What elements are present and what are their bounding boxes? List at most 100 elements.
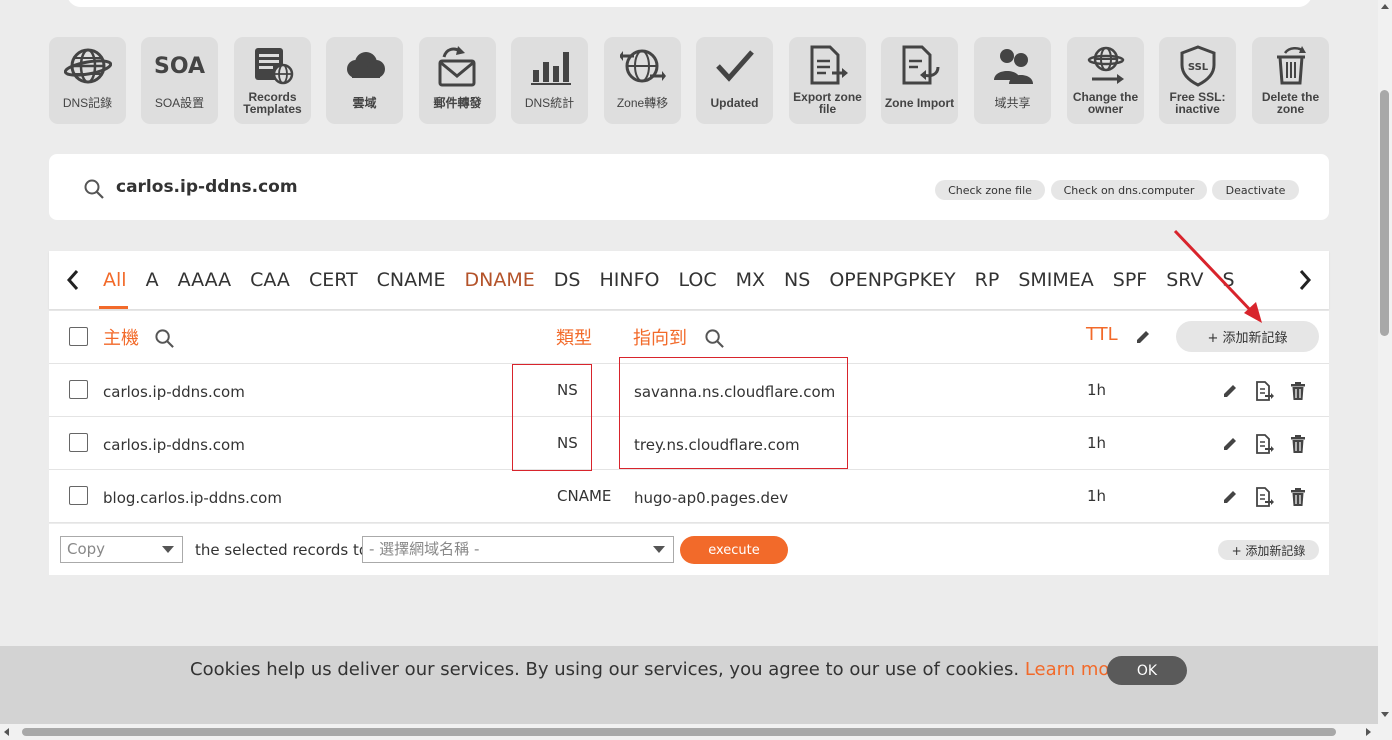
tab-cname[interactable]: CNAME bbox=[377, 251, 446, 309]
cloud-icon bbox=[340, 43, 390, 89]
ttl-edit-pencil-icon[interactable] bbox=[1134, 328, 1152, 350]
vertical-scroll-thumb[interactable] bbox=[1380, 90, 1389, 336]
edit-pencil-icon[interactable] bbox=[1220, 381, 1240, 401]
annotation-arrow bbox=[1173, 229, 1262, 323]
cookie-banner: Cookies help us deliver our services. By… bbox=[0, 646, 1378, 724]
tab-openpgpkey[interactable]: OPENPGPKEY bbox=[829, 251, 955, 309]
select-all-checkbox[interactable] bbox=[69, 327, 88, 346]
zone-domain-name: carlos.ip-ddns.com bbox=[116, 177, 298, 197]
zone-transfer-button[interactable]: Zone轉移 bbox=[604, 37, 681, 124]
tab-hinfo[interactable]: HINFO bbox=[599, 251, 659, 309]
execute-button[interactable]: execute bbox=[680, 536, 788, 564]
cookie-ok-button[interactable]: OK bbox=[1107, 656, 1187, 685]
tool-label: 郵件轉發 bbox=[433, 96, 482, 110]
chevron-left-icon[interactable] bbox=[62, 265, 84, 295]
tab-strip: All A AAAA CAA CERT CNAME DNAME DS HINFO LOC MX NS O… bbox=[103, 251, 1293, 309]
vertical-scrollbar[interactable] bbox=[1378, 0, 1392, 740]
tool-label: 域共享 bbox=[994, 96, 1031, 110]
bulk-middle-text: the selected records to bbox=[195, 541, 369, 559]
scroll-down-icon[interactable] bbox=[1381, 712, 1389, 717]
tool-label: SOA設置 bbox=[154, 96, 205, 110]
horizontal-scroll-thumb[interactable] bbox=[22, 728, 1336, 736]
check-zone-file-button[interactable]: Check zone file bbox=[935, 180, 1045, 200]
top-card bbox=[67, 0, 1312, 7]
tab-caa[interactable]: CAA bbox=[250, 251, 290, 309]
row-checkbox[interactable] bbox=[69, 433, 88, 452]
tab-loc[interactable]: LOC bbox=[678, 251, 716, 309]
tab-mx[interactable]: MX bbox=[736, 251, 765, 309]
scroll-right-icon[interactable] bbox=[1366, 728, 1371, 736]
chevron-down-icon bbox=[653, 546, 665, 553]
tab-all[interactable]: All bbox=[103, 251, 127, 309]
host-search-icon[interactable] bbox=[154, 328, 175, 353]
trash-icon bbox=[1266, 43, 1316, 89]
tab-spf[interactable]: SPF bbox=[1113, 251, 1147, 309]
updated-button[interactable]: Updated bbox=[696, 37, 773, 124]
row-checkbox[interactable] bbox=[69, 486, 88, 505]
copy-record-icon[interactable] bbox=[1254, 434, 1274, 454]
bulk-action-select[interactable]: Copy bbox=[60, 536, 183, 563]
cloud-domain-button[interactable]: 雲域 bbox=[326, 37, 403, 124]
checkmark-icon bbox=[710, 43, 760, 89]
soa-settings-button[interactable]: SOA SOA設置 bbox=[141, 37, 218, 124]
tab-ds[interactable]: DS bbox=[554, 251, 581, 309]
scroll-up-icon[interactable] bbox=[1381, 4, 1389, 9]
tab-dname[interactable]: DNAME bbox=[465, 251, 535, 309]
type-column-header: 類型 bbox=[556, 328, 592, 349]
record-ttl: 1h bbox=[1087, 487, 1107, 505]
tool-label: Zone Import bbox=[884, 96, 955, 110]
dns-records-button[interactable]: DNS記錄 bbox=[49, 37, 126, 124]
tool-label: Delete the zone bbox=[1261, 90, 1320, 116]
annotation-type-box bbox=[512, 364, 592, 471]
domain-share-button[interactable]: 域共享 bbox=[974, 37, 1051, 124]
records-templates-button[interactable]: Records Templates bbox=[234, 37, 311, 124]
horizontal-scrollbar[interactable] bbox=[0, 724, 1378, 740]
zone-transfer-icon bbox=[618, 43, 668, 89]
tab-ns[interactable]: NS bbox=[784, 251, 810, 309]
tool-label: Zone轉移 bbox=[616, 96, 669, 110]
import-file-icon bbox=[895, 43, 945, 89]
check-on-dns-computer-button[interactable]: Check on dns.computer bbox=[1051, 180, 1207, 200]
free-ssl-button[interactable]: SSL Free SSL: inactive bbox=[1159, 37, 1236, 124]
edit-pencil-icon[interactable] bbox=[1220, 487, 1240, 507]
delete-trash-icon[interactable] bbox=[1288, 487, 1308, 507]
delete-trash-icon[interactable] bbox=[1288, 434, 1308, 454]
tab-aaaa[interactable]: AAAA bbox=[178, 251, 232, 309]
tool-label: Export zone file bbox=[793, 90, 862, 116]
copy-record-icon[interactable] bbox=[1254, 381, 1274, 401]
delete-trash-icon[interactable] bbox=[1288, 381, 1308, 401]
record-value: hugo-ap0.pages.dev bbox=[634, 489, 789, 507]
zone-import-button[interactable]: Zone Import bbox=[881, 37, 958, 124]
dns-stats-button[interactable]: DNS統計 bbox=[511, 37, 588, 124]
chevron-right-icon[interactable] bbox=[1294, 265, 1316, 295]
tool-label: Change the owner bbox=[1072, 90, 1139, 116]
mail-forward-icon bbox=[433, 43, 483, 89]
tool-label: DNS統計 bbox=[524, 96, 575, 110]
annotation-value-box bbox=[619, 357, 848, 469]
delete-zone-button[interactable]: Delete the zone bbox=[1252, 37, 1329, 124]
scroll-left-icon[interactable] bbox=[4, 728, 9, 736]
record-type-tabs: All A AAAA CAA CERT CNAME DNAME DS HINFO LOC MX NS O… bbox=[49, 251, 1329, 309]
tab-cert[interactable]: CERT bbox=[309, 251, 358, 309]
search-icon[interactable] bbox=[83, 178, 105, 204]
record-host: carlos.ip-ddns.com bbox=[103, 383, 245, 401]
points-to-search-icon[interactable] bbox=[704, 328, 725, 353]
change-owner-button[interactable]: Change the owner bbox=[1067, 37, 1144, 124]
add-record-button-bottom[interactable]: + 添加新記錄 bbox=[1218, 540, 1319, 560]
mail-forward-button[interactable]: 郵件轉發 bbox=[419, 37, 496, 124]
bar-chart-icon bbox=[525, 43, 575, 89]
zone-toolbar: DNS記錄 SOA SOA設置 Records Templates 雲域 郵件轉… bbox=[49, 37, 1329, 125]
export-zone-button[interactable]: Export zone file bbox=[789, 37, 866, 124]
target-domain-select[interactable]: - 選擇網域名稱 - bbox=[362, 536, 674, 563]
tab-a[interactable]: A bbox=[146, 251, 159, 309]
cookie-message: Cookies help us deliver our services. By… bbox=[190, 659, 1020, 680]
edit-pencil-icon[interactable] bbox=[1220, 434, 1240, 454]
table-row[interactable]: blog.carlos.ip-ddns.com CNAME hugo-ap0.pag… bbox=[49, 470, 1329, 523]
users-icon bbox=[988, 43, 1038, 89]
deactivate-button[interactable]: Deactivate bbox=[1212, 180, 1299, 200]
row-checkbox[interactable] bbox=[69, 380, 88, 399]
tab-smimea[interactable]: SMIMEA bbox=[1018, 251, 1093, 309]
soa-icon: SOA bbox=[154, 43, 205, 89]
copy-record-icon[interactable] bbox=[1254, 487, 1274, 507]
tab-rp[interactable]: RP bbox=[975, 251, 1000, 309]
